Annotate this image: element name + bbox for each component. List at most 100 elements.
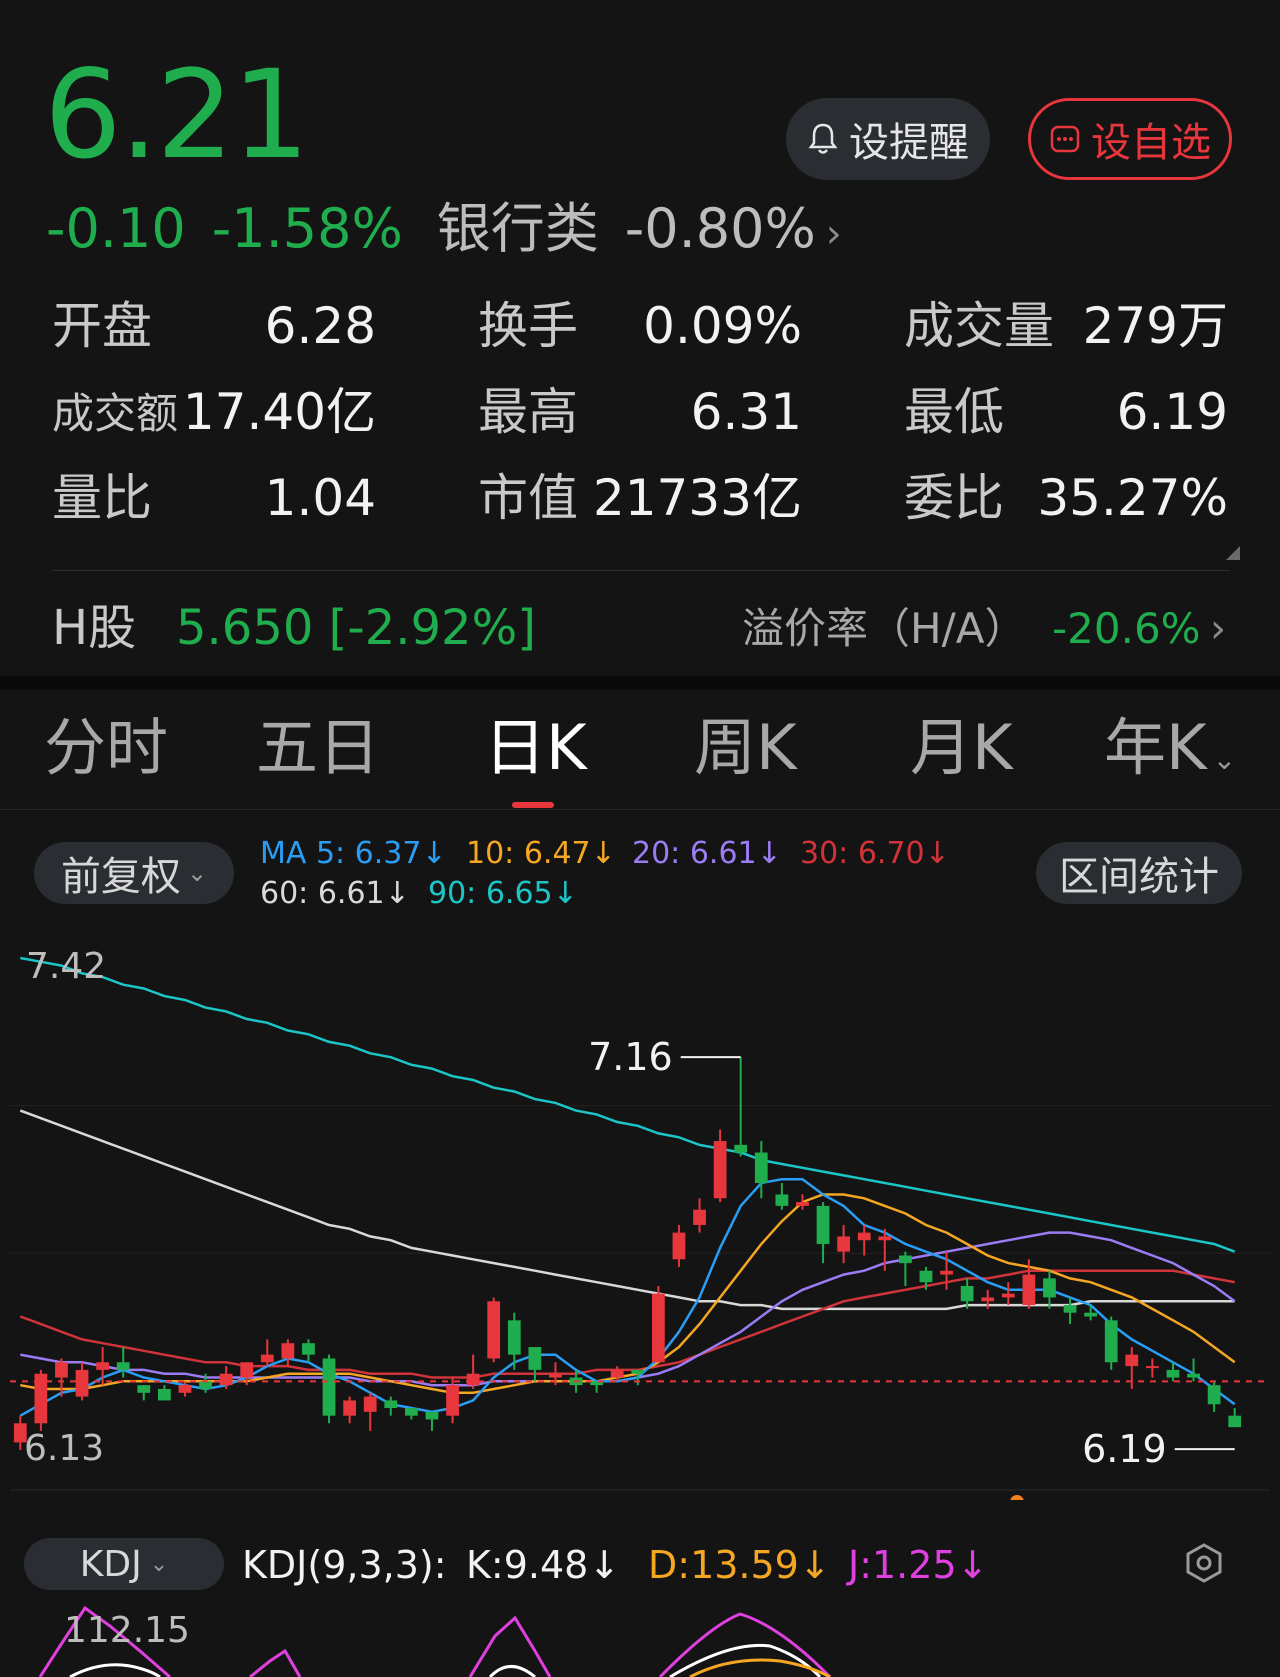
candle bbox=[775, 1183, 789, 1210]
candle-body bbox=[75, 1369, 89, 1397]
candle-body bbox=[693, 1209, 706, 1225]
candle-body bbox=[878, 1236, 892, 1241]
candle bbox=[302, 1339, 315, 1363]
candle bbox=[34, 1369, 48, 1431]
candle bbox=[734, 1057, 748, 1157]
market-cap-value: 21733亿 bbox=[592, 469, 802, 527]
candle bbox=[157, 1385, 171, 1401]
price-change: -0.10 bbox=[46, 197, 186, 260]
volume-ratio-value: 1.04 bbox=[264, 469, 376, 527]
turnover-label: 换手 bbox=[478, 297, 578, 355]
premium-value[interactable]: -20.6% bbox=[1052, 600, 1201, 658]
candle-body bbox=[240, 1362, 254, 1378]
candle-body bbox=[1166, 1369, 1180, 1378]
watchlist-icon bbox=[1049, 124, 1081, 154]
candle-body bbox=[857, 1232, 871, 1241]
price-adjust-label: 前复权 bbox=[60, 854, 181, 900]
candle bbox=[322, 1354, 336, 1424]
open-label: 开盘 bbox=[52, 297, 152, 355]
current-price: 6.21 bbox=[44, 44, 310, 186]
ma10-legend: 10: 6.47↓ bbox=[466, 836, 616, 871]
chevron-down-icon: ⌄ bbox=[186, 859, 208, 887]
candle bbox=[137, 1385, 151, 1401]
candle bbox=[672, 1224, 686, 1267]
candle-body bbox=[1125, 1354, 1139, 1367]
divider bbox=[52, 570, 1230, 571]
ma20-legend: 20: 6.61↓ bbox=[632, 836, 782, 871]
set-alert-button[interactable]: 设提醒 bbox=[786, 98, 990, 180]
candle bbox=[1084, 1305, 1098, 1321]
candle-body bbox=[981, 1297, 995, 1302]
add-watchlist-label: 设自选 bbox=[1091, 120, 1211, 166]
moving-average-lines bbox=[19, 956, 1236, 1417]
tab-yearly-k[interactable]: 年K ⌄ bbox=[1104, 712, 1236, 796]
candle-body bbox=[343, 1400, 357, 1416]
candle bbox=[816, 1202, 830, 1264]
kdj-j-value: J:1.25↓ bbox=[848, 1543, 989, 1587]
candle bbox=[651, 1286, 665, 1363]
tab-daily-k[interactable]: 日K bbox=[484, 712, 587, 784]
candle bbox=[281, 1339, 295, 1367]
candle bbox=[898, 1251, 912, 1286]
low-label: 最低 bbox=[904, 383, 1004, 441]
candle bbox=[487, 1297, 501, 1363]
candle bbox=[1001, 1282, 1015, 1306]
order-ratio-value: 35.27% bbox=[1037, 469, 1228, 527]
candle bbox=[528, 1347, 542, 1382]
candle-body bbox=[528, 1347, 542, 1370]
period-tabs: 分时 五日 日K 周K 月K 年K ⌄ bbox=[0, 690, 1280, 810]
order-ratio-label: 委比 bbox=[904, 469, 1004, 527]
candlestick-chart[interactable]: 7.42 6.13 7.16 6.19 bbox=[0, 930, 1280, 1500]
candle-body bbox=[713, 1141, 727, 1199]
tab-five-day[interactable]: 五日 bbox=[256, 712, 380, 784]
range-stats-button[interactable]: 区间统计 bbox=[1036, 842, 1242, 904]
candle-body bbox=[199, 1381, 212, 1389]
candle bbox=[693, 1198, 706, 1233]
candle-body bbox=[754, 1152, 768, 1184]
turnover-value: 0.09% bbox=[643, 297, 802, 355]
candle-body bbox=[96, 1362, 110, 1370]
candle bbox=[837, 1224, 851, 1264]
candle-body bbox=[631, 1369, 645, 1374]
candle-body bbox=[384, 1400, 398, 1409]
chevron-down-icon: ⌄ bbox=[149, 1551, 169, 1577]
candle-body bbox=[55, 1362, 68, 1378]
candle-body bbox=[157, 1388, 171, 1401]
candle bbox=[713, 1129, 727, 1203]
candle-body bbox=[1207, 1385, 1221, 1405]
add-watchlist-button[interactable]: 设自选 bbox=[1028, 98, 1232, 180]
premium-label[interactable]: 溢价率（H/A） bbox=[742, 600, 1026, 658]
tab-monthly-k[interactable]: 月K bbox=[910, 712, 1013, 784]
volume-value: 279万 bbox=[1082, 297, 1228, 355]
candle bbox=[1228, 1408, 1242, 1428]
candle-body bbox=[281, 1343, 295, 1359]
settings-icon[interactable] bbox=[1184, 1542, 1224, 1588]
candle bbox=[1125, 1347, 1139, 1389]
candle bbox=[425, 1411, 439, 1431]
section-separator bbox=[0, 676, 1280, 690]
h-share-value[interactable]: 5.650 [-2.92%] bbox=[176, 598, 536, 658]
tab-weekly-k[interactable]: 周K bbox=[694, 712, 797, 784]
quote-panel: 6.21 -0.10 -1.58% 银行类 -0.80% › 设提醒 设自选 开盘 6.… bbox=[0, 0, 1280, 676]
open-value: 6.28 bbox=[264, 297, 376, 355]
candle-body bbox=[1043, 1278, 1056, 1298]
candle bbox=[260, 1339, 274, 1367]
candle-body bbox=[796, 1202, 809, 1206]
kdj-axis-top-label: 112.15 bbox=[64, 1610, 190, 1651]
candle-body bbox=[507, 1320, 521, 1355]
ma60-legend: 60: 6.61↓ bbox=[260, 876, 410, 911]
price-adjust-dropdown[interactable]: 前复权 ⌄ bbox=[34, 842, 234, 904]
sector-name: 银行类 bbox=[436, 197, 599, 260]
max-marker-label: 7.16 bbox=[588, 1035, 673, 1079]
kdj-d-value: D:13.59↓ bbox=[648, 1543, 831, 1587]
tab-intraday[interactable]: 分时 bbox=[44, 712, 168, 784]
indicator-dropdown[interactable]: KDJ ⌄ bbox=[24, 1538, 224, 1590]
expand-corner-icon[interactable] bbox=[1226, 546, 1240, 560]
chevron-right-icon[interactable]: › bbox=[1210, 600, 1226, 658]
chart-grid bbox=[10, 1105, 1270, 1491]
kdj-k-value: K:9.48↓ bbox=[466, 1543, 621, 1587]
candle-body bbox=[610, 1369, 624, 1378]
candle-body bbox=[940, 1270, 953, 1275]
candle-body bbox=[322, 1358, 336, 1416]
change-row[interactable]: -0.10 -1.58% 银行类 -0.80% › bbox=[46, 196, 868, 267]
